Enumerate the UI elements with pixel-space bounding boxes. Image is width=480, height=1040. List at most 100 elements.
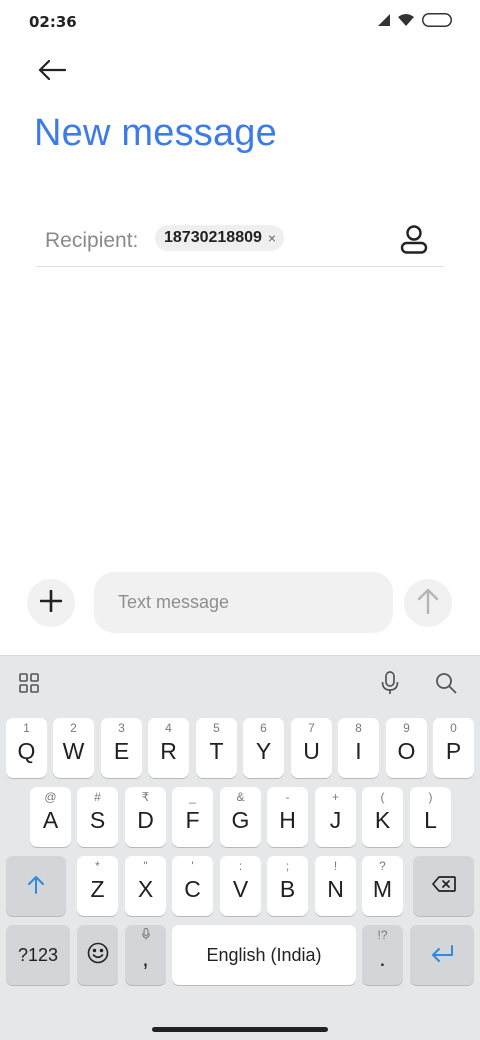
key-label: E xyxy=(113,737,130,764)
key-h[interactable]: -H xyxy=(267,787,308,847)
enter-key[interactable] xyxy=(410,925,474,985)
key-l[interactable]: ) L xyxy=(410,787,451,847)
backspace-icon xyxy=(431,875,456,897)
back-arrow-icon xyxy=(38,59,67,85)
key-z[interactable]: * Z xyxy=(77,856,118,916)
recipient-label: Recipient: xyxy=(45,229,139,252)
key-m[interactable]: ? M xyxy=(362,856,403,916)
key-label: R xyxy=(160,737,177,764)
key-label: W xyxy=(62,737,85,764)
key-r[interactable]: 4R xyxy=(148,718,189,778)
key-hint: ( xyxy=(380,790,385,804)
space-key-label: English (India) xyxy=(206,944,322,965)
key-hint: ₹ xyxy=(141,790,150,804)
key-s[interactable]: # S xyxy=(77,787,118,847)
key-hint: 6 xyxy=(260,721,267,735)
add-attachment-button[interactable] xyxy=(27,579,75,627)
key-a[interactable]: @ A xyxy=(30,787,71,847)
key-j[interactable]: + J xyxy=(315,787,356,847)
key-c[interactable]: ' C xyxy=(172,856,213,916)
key-label: C xyxy=(184,875,201,902)
navigation-handle[interactable] xyxy=(152,1027,328,1032)
plus-icon xyxy=(39,589,63,617)
voice-input-button[interactable] xyxy=(375,670,405,700)
key-hint: ! xyxy=(333,859,338,873)
keyboard-search-button[interactable] xyxy=(431,670,461,700)
key-hint: 0 xyxy=(450,721,457,735)
key-label: O xyxy=(397,737,416,764)
key-label: Q xyxy=(17,737,36,764)
key-hint: + xyxy=(331,790,339,804)
key-label: G xyxy=(231,806,250,833)
wifi-icon xyxy=(398,14,414,26)
key-label: V xyxy=(232,875,249,902)
period-key[interactable]: !? . xyxy=(362,925,403,985)
send-arrow-icon xyxy=(417,588,439,619)
symbols-key-label: ?123 xyxy=(17,944,59,965)
key-hint: 5 xyxy=(213,721,220,735)
send-button[interactable] xyxy=(404,579,452,627)
key-label: L xyxy=(424,806,437,833)
key-i[interactable]: 8I xyxy=(338,718,379,778)
back-button[interactable] xyxy=(30,52,74,92)
key-b[interactable]: ; B xyxy=(267,856,308,916)
comma-key-label: , xyxy=(142,944,149,971)
symbols-key[interactable]: ?123 xyxy=(6,925,70,985)
key-y[interactable]: 6Y xyxy=(243,718,284,778)
key-o[interactable]: 9O xyxy=(386,718,427,778)
key-label: K xyxy=(374,806,391,833)
key-k[interactable]: (K xyxy=(362,787,403,847)
key-u[interactable]: 7U xyxy=(291,718,332,778)
key-label: X xyxy=(137,875,154,902)
key-v[interactable]: :V xyxy=(220,856,261,916)
key-g[interactable]: & G xyxy=(220,787,261,847)
key-hint: 3 xyxy=(118,721,125,735)
status-bar: 02:36 xyxy=(0,0,480,44)
key-label: Y xyxy=(255,737,272,764)
enter-icon xyxy=(430,944,454,967)
shift-key[interactable] xyxy=(6,856,66,916)
chip-remove-button[interactable]: × xyxy=(268,231,276,245)
key-hint: * xyxy=(95,859,100,873)
key-label: T xyxy=(209,737,224,764)
key-q[interactable]: 1Q xyxy=(6,718,47,778)
signal-icon xyxy=(378,14,390,26)
key-label: U xyxy=(303,737,320,764)
message-text-field[interactable] xyxy=(94,572,393,633)
emoji-key[interactable] xyxy=(77,925,118,985)
space-key[interactable]: English (India) xyxy=(172,925,356,985)
period-key-hint: !? xyxy=(377,928,388,942)
keyboard: 1Q 2W 3E 4R 5T 6Y 7U 8I 9O 0P @ A # S ₹ D _… xyxy=(0,655,480,1040)
key-hint: 2 xyxy=(70,721,77,735)
apps-grid-icon xyxy=(19,672,39,698)
key-p[interactable]: 0P xyxy=(433,718,474,778)
mic-icon xyxy=(381,670,399,700)
key-hint: ) xyxy=(428,790,433,804)
key-hint: ' xyxy=(191,859,194,873)
key-hint: # xyxy=(94,790,101,804)
key-hint: 9 xyxy=(403,721,410,735)
apps-grid-button[interactable] xyxy=(14,670,44,700)
key-label: A xyxy=(42,806,59,833)
key-d[interactable]: ₹ D xyxy=(125,787,166,847)
key-hint: ; xyxy=(285,859,290,873)
key-w[interactable]: 2W xyxy=(53,718,94,778)
recipient-chip[interactable]: 18730218809 × xyxy=(155,225,285,251)
key-x[interactable]: " X xyxy=(125,856,166,916)
comma-mic-hint-icon xyxy=(125,927,166,943)
comma-key[interactable]: , xyxy=(125,925,166,985)
backspace-key[interactable] xyxy=(413,856,474,916)
key-hint: 7 xyxy=(308,721,315,735)
recipient-row[interactable]: Recipient: 18730218809 × xyxy=(36,214,444,267)
key-f[interactable]: _ F xyxy=(172,787,213,847)
key-label: P xyxy=(445,737,462,764)
key-n[interactable]: ! N xyxy=(315,856,356,916)
key-hint: 1 xyxy=(23,721,30,735)
key-t[interactable]: 5T xyxy=(196,718,237,778)
key-hint: 8 xyxy=(355,721,362,735)
key-label: J xyxy=(329,806,342,833)
key-label: H xyxy=(279,806,296,833)
battery-icon xyxy=(422,13,452,27)
contact-picker-button[interactable] xyxy=(395,222,433,260)
key-e[interactable]: 3E xyxy=(101,718,142,778)
